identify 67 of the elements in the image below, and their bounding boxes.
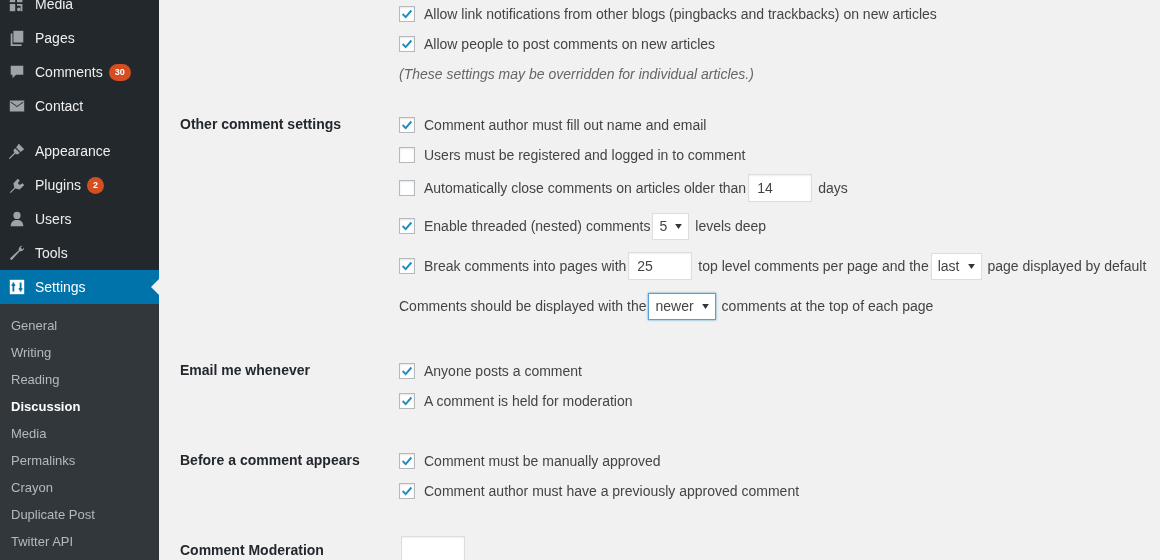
caret-icon (701, 303, 709, 309)
option-label: Break comments into pages with (424, 258, 627, 274)
menu-item[interactable]: Comments 30 (0, 55, 159, 89)
count-badge: 2 (86, 176, 104, 194)
option-label: Anyone posts a comment (424, 363, 582, 379)
menu-item[interactable]: Tools (0, 236, 159, 270)
appearance-icon (8, 142, 26, 160)
submenu-item[interactable]: Writing (0, 339, 159, 366)
checkbox[interactable] (399, 453, 415, 469)
submenu-item[interactable]: Duplicate Post (0, 501, 159, 528)
checkbox[interactable] (399, 147, 415, 163)
plugins-icon (8, 176, 26, 194)
submenu-item[interactable]: Media (0, 420, 159, 447)
menu-item[interactable]: Pages (0, 21, 159, 55)
option-label: comments at the top of each page (721, 298, 934, 314)
submenu-item[interactable]: Discussion (0, 393, 159, 420)
option-label: Comment author must have a previously approved comment (424, 483, 800, 499)
menu-item[interactable]: Contact (0, 89, 159, 123)
menu-item[interactable]: Users (0, 202, 159, 236)
menu-item[interactable]: Settings (0, 270, 159, 304)
checkbox[interactable] (399, 483, 415, 499)
submenu-item[interactable]: General (0, 312, 159, 339)
option-label: A comment is held for moderation (424, 393, 633, 409)
checkbox[interactable] (399, 117, 415, 133)
menu-item[interactable]: Appearance (0, 134, 159, 168)
pages-icon (8, 29, 26, 47)
option-label: Enable threaded (nested) comments (424, 218, 651, 234)
option-label: Comment author must fill out name and email (424, 117, 707, 133)
note-text: (These settings may be overridden for individual articles.) (399, 66, 754, 82)
section-label: Before a comment appears (180, 452, 360, 468)
option-label: days (818, 180, 848, 196)
settings-icon (8, 278, 26, 296)
count-badge: 30 (108, 63, 131, 81)
option-label: Allow link notifications from other blogs (pingbacks and trackbacks) on new articles (424, 6, 937, 22)
option-label: levels deep (695, 218, 767, 234)
number-field[interactable]: 14 (748, 174, 813, 202)
section-label: Email me whenever (180, 362, 310, 378)
option-label: page displayed by default (987, 258, 1147, 274)
option-label: Automatically close comments on articles older than (424, 180, 747, 196)
input-field[interactable] (401, 536, 465, 560)
users-icon (8, 210, 26, 228)
dropdown[interactable]: newer (648, 292, 716, 320)
checkbox[interactable] (399, 218, 415, 234)
checkbox[interactable] (399, 6, 415, 22)
submenu-item[interactable]: Permalinks (0, 447, 159, 474)
checkbox[interactable] (399, 36, 415, 52)
caret-icon (967, 263, 975, 269)
caret-icon (675, 223, 683, 229)
checkbox[interactable] (399, 180, 415, 196)
dropdown[interactable]: last (930, 252, 982, 280)
option-label: Allow people to post comments on new articles (424, 36, 716, 52)
submenu-item[interactable]: Crayon (0, 474, 159, 501)
tools-icon (8, 244, 26, 262)
menu-item[interactable]: Plugins 2 (0, 168, 159, 202)
option-label: top level comments per page and the (698, 258, 929, 274)
option-label: Users must be registered and logged in to comment (424, 147, 746, 163)
checkbox[interactable] (399, 258, 415, 274)
number-field[interactable]: 25 (628, 252, 693, 280)
submenu-item[interactable]: Reading (0, 366, 159, 393)
dropdown[interactable]: 5 (652, 212, 690, 240)
checkbox[interactable] (399, 393, 415, 409)
option-label: Comment must be manually approved (424, 453, 661, 469)
section-label: Other comment settings (180, 116, 342, 132)
submenu-item[interactable]: Twitter API (0, 528, 159, 555)
option-label: Comments should be displayed with the (399, 298, 647, 314)
checkbox[interactable] (399, 363, 415, 379)
section-label: Comment Moderation (180, 542, 324, 558)
